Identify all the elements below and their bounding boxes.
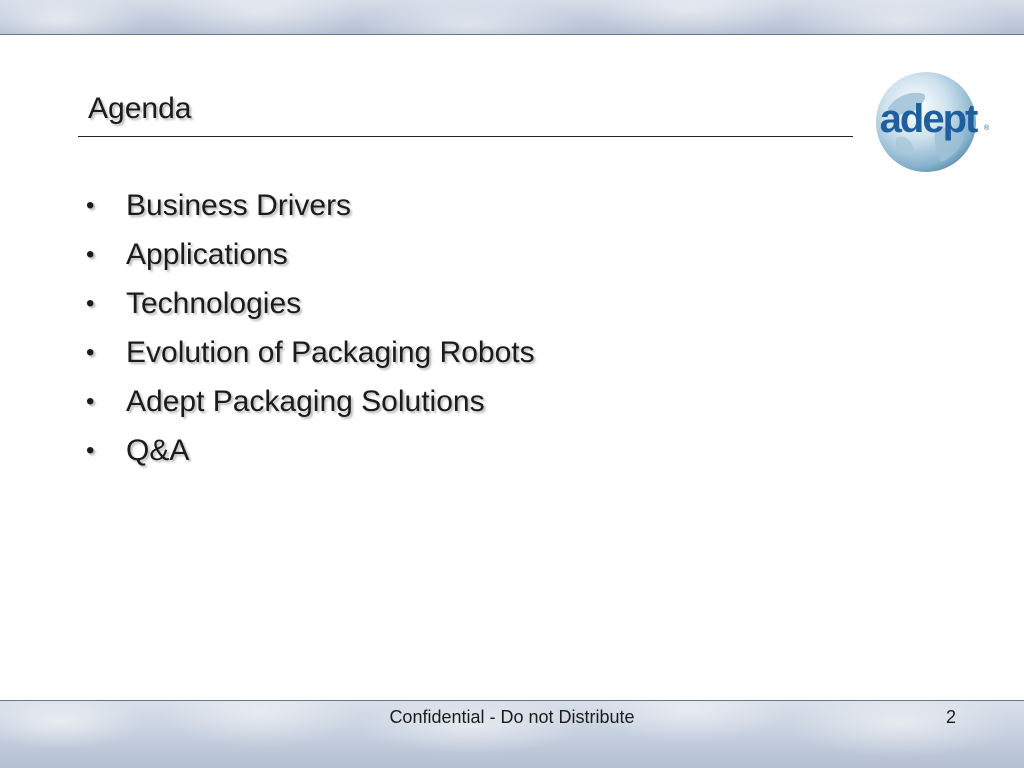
bullet-text: Applications [126,238,288,271]
bullet-text: Evolution of Packaging Robots [126,336,535,369]
bullet-icon: • [86,192,95,219]
logo-trademark: ® [984,124,990,132]
bullet-icon: • [86,437,95,464]
bullet-icon: • [86,290,95,317]
bullet-icon: • [86,339,95,366]
title-underline [78,136,853,137]
bullet-text: Q&A [126,434,190,467]
bullet-text: Business Drivers [126,189,352,222]
footer-confidential: Confidential - Do not Distribute [0,707,1024,728]
slide: Agenda adept ® • Business Drivers • Appl… [0,0,1024,768]
bullet-text: Technologies [126,287,302,320]
page-number: 2 [946,707,957,727]
bullet-text: Adept Packaging Solutions [126,385,485,418]
confidential-label: Confidential - Do not Distribute [389,707,635,727]
logo-wordmark: adept [880,97,978,141]
adept-globe-logo-icon: adept ® [876,72,990,172]
bullet-icon: • [86,388,95,415]
bullet-icon: • [86,241,95,268]
top-decorative-band [0,0,1024,35]
slide-title: Agenda [88,92,192,125]
